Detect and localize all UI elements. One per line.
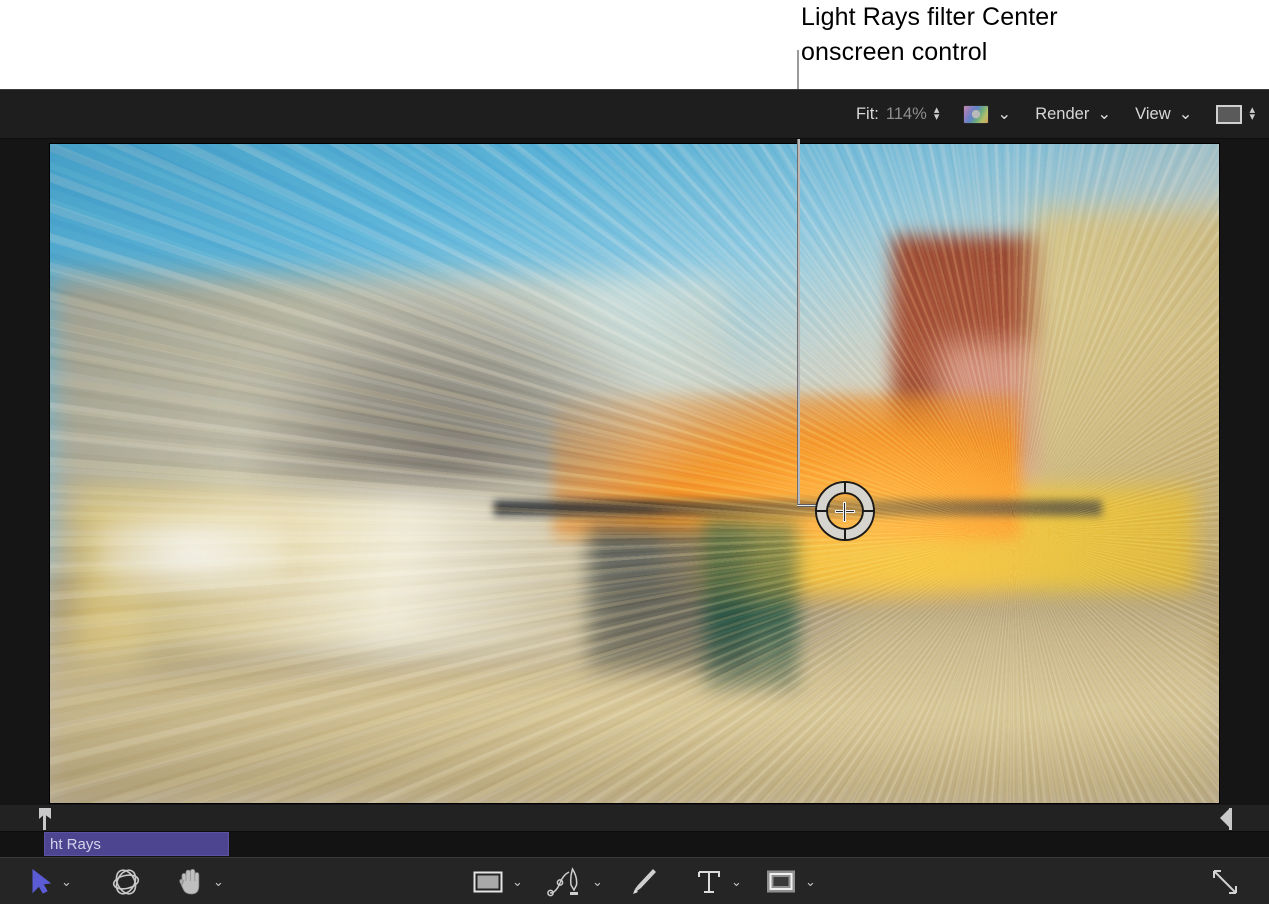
arrow-cursor-icon[interactable] [30, 869, 52, 895]
stepper-down-icon[interactable]: ▾ [1249, 114, 1255, 121]
timeline-clip-light-rays[interactable]: ht Rays [44, 832, 229, 856]
chevron-down-icon[interactable]: ⌄ [731, 874, 742, 890]
3d-transform-tool[interactable] [110, 858, 142, 904]
tools-toolbar: ⌄ ⌄ ⌄ [0, 857, 1269, 904]
chevron-down-icon[interactable]: ⌄ [592, 874, 603, 890]
light-rays-center-onscreen-control[interactable] [817, 483, 873, 539]
view-menu[interactable]: View ⌄ [1135, 89, 1192, 139]
diagonal-resize-icon[interactable] [1210, 867, 1240, 897]
background-stepper[interactable]: ▴ ▾ [1249, 107, 1255, 121]
color-gradient-swatch-icon[interactable] [963, 105, 989, 124]
bezier-tool[interactable]: ⌄ [547, 858, 603, 904]
out-point-marker[interactable] [1219, 808, 1232, 830]
fit-label: Fit: [856, 105, 879, 124]
render-label: Render [1035, 105, 1089, 124]
view-label: View [1135, 105, 1170, 124]
osc-tick-bottom [844, 528, 846, 540]
chevron-down-icon[interactable]: ⌄ [997, 104, 1011, 124]
render-menu[interactable]: Render ⌄ [1035, 89, 1111, 139]
zoom-blurred-street-photo [50, 144, 1219, 803]
timeline-ruler[interactable] [0, 805, 1269, 832]
fit-zoom-control[interactable]: Fit: 114% ▴ ▾ [856, 89, 939, 139]
playhead[interactable] [39, 808, 50, 830]
out-point-triangle-icon [1220, 809, 1229, 827]
fit-value: 114% [886, 105, 927, 124]
canvas-area[interactable] [0, 139, 1269, 805]
pen-nib-icon[interactable] [547, 866, 583, 898]
shape-tool[interactable]: ⌄ [473, 858, 523, 904]
text-t-icon[interactable] [696, 868, 722, 896]
stepper-down-icon[interactable]: ▾ [934, 114, 940, 121]
chevron-down-icon[interactable]: ⌄ [61, 874, 72, 890]
pan-tool[interactable]: ⌄ [176, 858, 224, 904]
background-color-swatch[interactable] [1216, 105, 1242, 124]
resize-handle[interactable] [1210, 858, 1240, 904]
chevron-down-icon[interactable]: ⌄ [512, 874, 523, 890]
osc-tick-left [816, 510, 828, 512]
hand-icon[interactable] [176, 867, 204, 897]
chevron-down-icon[interactable]: ⌄ [805, 874, 816, 890]
render-quality-popup[interactable]: ⌄ [963, 89, 1011, 139]
osc-crosshair-vertical [843, 502, 846, 522]
select-tool[interactable]: ⌄ [30, 858, 72, 904]
callout-leader-line-over-canvas [797, 139, 800, 506]
canvas-toolbar: Fit: 114% ▴ ▾ ⌄ Render ⌄ View ⌄ ▴ ▾ [0, 89, 1269, 139]
osc-tick-top [844, 482, 846, 494]
chevron-down-icon[interactable]: ⌄ [1179, 104, 1193, 124]
chevron-down-icon[interactable]: ⌄ [1097, 104, 1111, 124]
fit-stepper[interactable]: ▴ ▾ [934, 107, 940, 121]
text-tool[interactable]: ⌄ [696, 858, 742, 904]
paint-stroke-tool[interactable] [630, 858, 658, 904]
osc-tick-right [862, 510, 874, 512]
rectangle-icon[interactable] [473, 870, 503, 894]
mask-frame-icon[interactable] [766, 869, 796, 895]
background-control[interactable]: ▴ ▾ [1216, 89, 1255, 139]
callout-label: Light Rays filter Center onscreen contro… [801, 0, 1231, 70]
out-point-stem [1229, 808, 1232, 830]
paintbrush-icon[interactable] [630, 867, 658, 897]
motion-canvas-window: Light Rays filter Center onscreen contro… [0, 0, 1269, 904]
mask-tool[interactable]: ⌄ [766, 858, 816, 904]
clip-label: ht Rays [45, 836, 101, 853]
chevron-down-icon[interactable]: ⌄ [213, 874, 224, 890]
canvas-preview-image[interactable] [49, 143, 1220, 804]
orbit-3d-icon[interactable] [110, 866, 142, 898]
